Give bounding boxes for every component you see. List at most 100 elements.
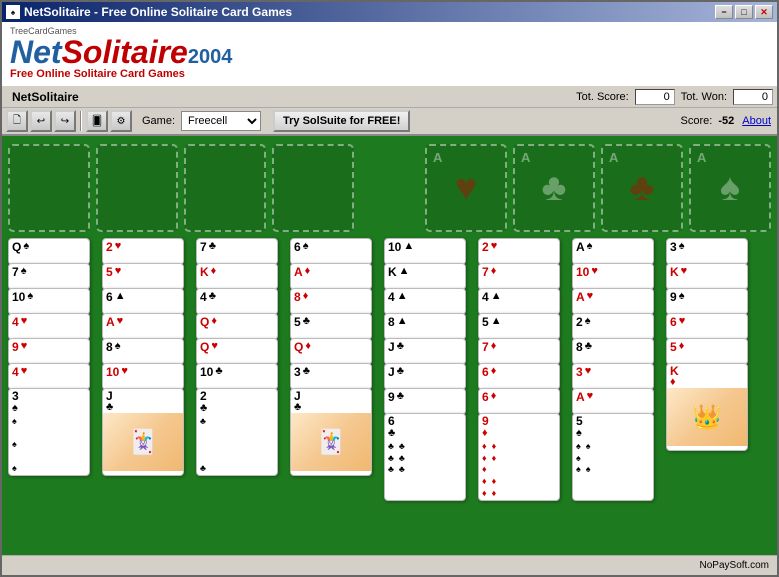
card-col6-6[interactable]: 6 ♦	[478, 363, 560, 390]
card-col5-4[interactable]: 8 ▲	[384, 313, 466, 340]
card-col4-5[interactable]: Q ♦	[290, 338, 372, 365]
card-col4-2[interactable]: A ♦	[290, 263, 372, 290]
card-col2-4[interactable]: A ♥	[102, 313, 184, 340]
freecell-2[interactable]	[96, 144, 178, 232]
card-col7-4[interactable]: 2 ♠	[572, 313, 654, 340]
card-col1-6[interactable]: 4 ♥	[8, 363, 90, 390]
card-col8-1[interactable]: 3 ♠	[666, 238, 748, 265]
card-col4-6[interactable]: 3 ♣	[290, 363, 372, 390]
menu-app-name[interactable]: NetSolitaire	[6, 90, 85, 104]
game-window: ♠ NetSolitaire - Free Online Solitaire C…	[0, 0, 779, 577]
card-col8-5[interactable]: 5 ♦	[666, 338, 748, 365]
card-col1-5[interactable]: 9 ♥	[8, 338, 90, 365]
card-col8-6[interactable]: K ♦ 👑	[666, 363, 748, 451]
card-col2-3[interactable]: 6 ▲	[102, 288, 184, 315]
deal-button[interactable]: 🂠	[86, 110, 108, 132]
title-bar-buttons: − □ ✕	[715, 5, 773, 19]
window-title: NetSolitaire - Free Online Solitaire Car…	[24, 5, 292, 19]
freecell-1[interactable]	[8, 144, 90, 232]
card-col3-4[interactable]: Q ♦	[196, 313, 278, 340]
card-col3-5[interactable]: Q ♥	[196, 338, 278, 365]
card-col1-7[interactable]: 3 ♠ ♠ ♠ ♠	[8, 388, 90, 476]
card-col5-5[interactable]: J ♣	[384, 338, 466, 365]
game-select[interactable]: Freecell Klondike Spider	[181, 111, 261, 131]
app-icon: ♠	[6, 5, 20, 19]
card-col5-3[interactable]: 4 ▲	[384, 288, 466, 315]
foundation-hearts-ace: A	[433, 150, 442, 165]
card-col6-7[interactable]: 6 ♦	[478, 388, 560, 415]
card-col3-6[interactable]: 10 ♣	[196, 363, 278, 390]
tot-won-value: 0	[733, 89, 773, 105]
card-col3-7[interactable]: 2 ♣ ♣ ♣	[196, 388, 278, 476]
card-col7-5[interactable]: 8 ♣	[572, 338, 654, 365]
card-col7-1[interactable]: A ♠	[572, 238, 654, 265]
card-col3-2[interactable]: K ♦	[196, 263, 278, 290]
card-col5-7[interactable]: 9 ♣	[384, 388, 466, 415]
card-col6-4[interactable]: 5 ▲	[478, 313, 560, 340]
foundation-spades-ace: A	[697, 150, 706, 165]
foundation-hearts[interactable]: A ♥	[425, 144, 507, 232]
close-button[interactable]: ✕	[755, 5, 773, 19]
undo-button[interactable]: ↩	[30, 110, 52, 132]
options-button[interactable]: ⚙	[110, 110, 132, 132]
foundation-spades[interactable]: A ♠	[689, 144, 771, 232]
card-col5-1[interactable]: 10 ▲	[384, 238, 466, 265]
card-col1-4[interactable]: 4 ♥	[8, 313, 90, 340]
score-toolbar: Score: -52 About	[681, 115, 773, 127]
title-bar-left: ♠ NetSolitaire - Free Online Solitaire C…	[6, 5, 715, 19]
card-col8-2[interactable]: K ♥	[666, 263, 748, 290]
card-col6-8[interactable]: 9 ♦ ♦ ♦ ♦ ♦ ♦ ♦ ♦ ♦ ♦	[478, 413, 560, 501]
card-col2-1[interactable]: 2 ♥	[102, 238, 184, 265]
card-col6-3[interactable]: 4 ▲	[478, 288, 560, 315]
card-col7-3[interactable]: A ♥	[572, 288, 654, 315]
card-col6-5[interactable]: 7 ♦	[478, 338, 560, 365]
card-col1-1[interactable]: Q ♠	[8, 238, 90, 265]
card-col6-1[interactable]: 2 ♥	[478, 238, 560, 265]
status-right: NoPaySoft.com	[700, 560, 769, 571]
new-game-button[interactable]: 🗋	[6, 110, 28, 132]
card-col7-7[interactable]: A ♥	[572, 388, 654, 415]
card-col8-3[interactable]: 9 ♠	[666, 288, 748, 315]
try-solsuite-button[interactable]: Try SolSuite for FREE!	[273, 110, 410, 132]
play-col-6: 2 ♥ 7 ♦ 4 ▲ 5 ▲ 7 ♦ 6 ♦ 6 ♦ 9 ♦ ♦ ♦ ♦ ♦ …	[478, 238, 566, 501]
main-toolbar: 🗋 ↩ ↪ 🂠 ⚙ Game: Freecell Klondike Spider…	[2, 108, 777, 136]
card-col4-3[interactable]: 8 ♦	[290, 288, 372, 315]
card-col7-6[interactable]: 3 ♥	[572, 363, 654, 390]
foundation-clubs[interactable]: A ♣	[513, 144, 595, 232]
card-col8-4[interactable]: 6 ♥	[666, 313, 748, 340]
play-col-7: A ♠ 10 ♥ A ♥ 2 ♠ 8 ♣ 3 ♥ A ♥ 5 ♠ ♠ ♠ ♠ ♠…	[572, 238, 660, 501]
logo-net: Net	[10, 36, 62, 68]
card-col6-2[interactable]: 7 ♦	[478, 263, 560, 290]
card-col3-3[interactable]: 4 ♣	[196, 288, 278, 315]
card-col3-1[interactable]: 7 ♣	[196, 238, 278, 265]
card-col7-2[interactable]: 10 ♥	[572, 263, 654, 290]
card-col5-6[interactable]: J ♣	[384, 363, 466, 390]
game-label: Game:	[142, 115, 175, 127]
card-col4-1[interactable]: 6 ♠	[290, 238, 372, 265]
logo-area: TreeCardGames Net Solitaire 2004 Free On…	[2, 22, 777, 86]
card-col5-2[interactable]: K ▲	[384, 263, 466, 290]
redo-button[interactable]: ↪	[54, 110, 76, 132]
foundation-clubs-suit: ♣	[542, 167, 567, 210]
card-col2-2[interactable]: 5 ♥	[102, 263, 184, 290]
card-col4-4[interactable]: 5 ♣	[290, 313, 372, 340]
play-col-5: 10 ▲ K ▲ 4 ▲ 8 ▲ J ♣ J ♣ 9 ♣ 6 ♣ ♣ ♣ ♣ ♣…	[384, 238, 472, 501]
card-col2-7[interactable]: J ♣ 🃏	[102, 388, 184, 476]
freecell-4[interactable]	[272, 144, 354, 232]
foundation-diamonds-suit: ♣	[630, 167, 655, 210]
menu-score-row: NetSolitaire Tot. Score: 0 Tot. Won: 0	[2, 86, 777, 108]
foundation-diamonds[interactable]: A ♣	[601, 144, 683, 232]
card-col2-5[interactable]: 8 ♠	[102, 338, 184, 365]
score-value: -52	[718, 115, 734, 127]
foundation-group: A ♥ A ♣ A ♣ A ♠	[425, 144, 771, 232]
card-col2-6[interactable]: 10 ♥	[102, 363, 184, 390]
card-col7-8[interactable]: 5 ♠ ♠ ♠ ♠ ♠ ♠	[572, 413, 654, 501]
card-col5-8[interactable]: 6 ♣ ♣ ♣ ♣ ♣ ♣ ♣	[384, 413, 466, 501]
card-col4-7[interactable]: J ♣ 🃏	[290, 388, 372, 476]
about-button[interactable]: About	[740, 115, 773, 127]
minimize-button[interactable]: −	[715, 5, 733, 19]
card-col1-3[interactable]: 10 ♠	[8, 288, 90, 315]
maximize-button[interactable]: □	[735, 5, 753, 19]
card-col1-2[interactable]: 7 ♠	[8, 263, 90, 290]
freecell-3[interactable]	[184, 144, 266, 232]
